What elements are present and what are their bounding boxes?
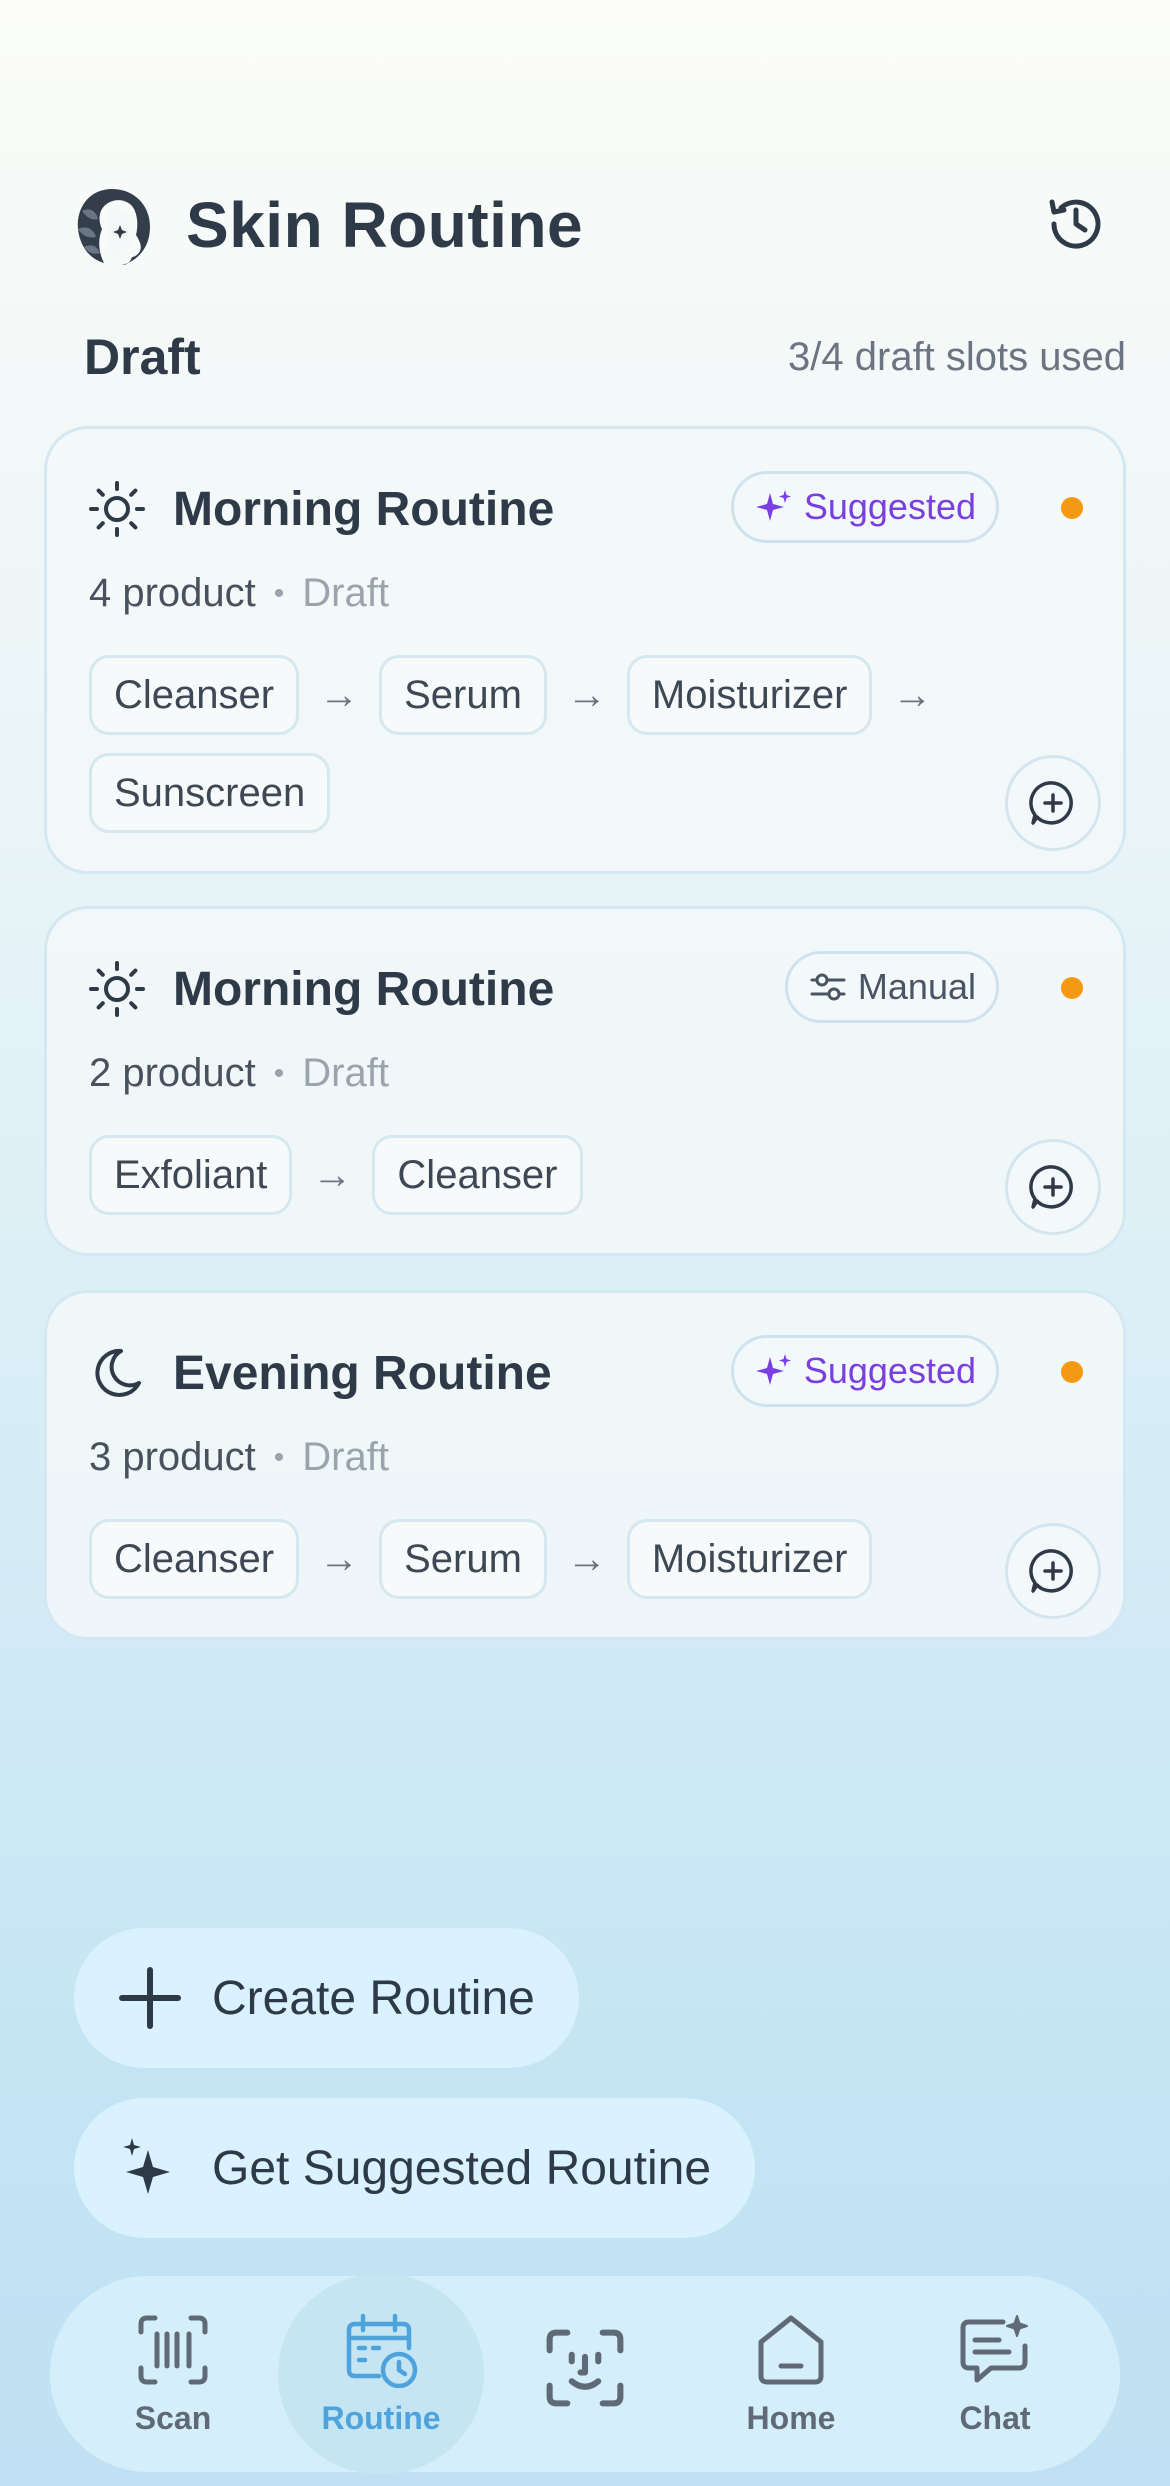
nav-item-scan[interactable]: Scan (98, 2276, 248, 2472)
routine-card[interactable]: Morning Routine Manual 2 product • Draft… (44, 906, 1126, 1256)
status-dot (1061, 1361, 1083, 1383)
sparkle-icon (755, 1354, 791, 1385)
chat-add-icon (1029, 1549, 1073, 1593)
routine-type-badge: Suggested (730, 1335, 999, 1407)
chat-add-icon (1029, 781, 1073, 825)
product-count: 2 product (89, 1051, 256, 1095)
routine-status: Draft (302, 1051, 389, 1095)
step-chip: Serum (379, 1519, 547, 1599)
step-arrow: → (566, 1536, 607, 1581)
step-chip: Moisturizer (626, 1519, 873, 1599)
routine-chat-button[interactable] (1005, 1139, 1101, 1235)
face-scan-icon (546, 2329, 624, 2407)
create-routine-button[interactable]: Create Routine (74, 1928, 579, 2068)
step-chip: Cleanser (89, 1519, 300, 1599)
step-chip: Cleanser (372, 1135, 583, 1215)
step-arrow: → (892, 672, 933, 717)
routine-title: Morning Routine (173, 962, 555, 1016)
routine-card[interactable]: Evening Routine Suggested 3 product • Dr… (44, 1290, 1126, 1640)
step-arrow: → (319, 672, 360, 717)
nav-label: Scan (134, 2399, 212, 2436)
draft-slots-counter: 3/4 draft slots used (788, 334, 1126, 379)
routine-title: Evening Routine (173, 1346, 552, 1400)
get-suggested-routine-button[interactable]: Get Suggested Routine (74, 2098, 756, 2238)
step-arrow: → (319, 1536, 360, 1581)
routine-card[interactable]: Morning Routine Suggested 4 product • Dr… (44, 426, 1126, 874)
routine-status: Draft (302, 1435, 389, 1479)
badge-label: Manual (857, 966, 976, 1007)
calendar-clock-icon (346, 2313, 418, 2388)
chat-sparkle-icon (960, 2314, 1028, 2382)
status-dot (1061, 497, 1083, 519)
step-chip: Serum (379, 655, 547, 735)
get-suggested-routine-label: Get Suggested Routine (212, 2141, 712, 2195)
routine-chat-button[interactable] (1005, 1523, 1101, 1619)
step-chip: Exfoliant (89, 1135, 293, 1215)
nav-label: Chat (959, 2399, 1031, 2436)
history-icon[interactable] (1044, 192, 1108, 256)
sliders-icon (810, 973, 846, 1001)
home-icon (758, 2315, 824, 2384)
routine-meta: 2 product • Draft (89, 1051, 389, 1096)
badge-label: Suggested (803, 1350, 976, 1391)
step-chip: Cleanser (89, 655, 300, 735)
meta-separator: • (273, 576, 285, 610)
nav-label: Routine (321, 2399, 441, 2436)
step-arrow: → (312, 1152, 353, 1197)
routine-title: Morning Routine (173, 482, 555, 536)
product-count: 4 product (89, 571, 256, 615)
routine-type-badge: Manual (784, 951, 999, 1023)
nav-item-routine[interactable]: Routine (278, 2274, 484, 2474)
draft-section-header: Draft 3/4 draft slots used (84, 322, 1126, 392)
routine-meta: 4 product • Draft (89, 571, 389, 616)
step-arrow: → (566, 672, 607, 717)
nav-label: Home (746, 2399, 836, 2436)
routine-status: Draft (302, 571, 389, 615)
app-header: Skin Routine (68, 180, 1108, 270)
routine-type-badge: Suggested (730, 471, 999, 543)
badge-label: Suggested (803, 486, 976, 527)
step-chip: Sunscreen (89, 753, 331, 833)
nav-item-face-scan[interactable] (510, 2276, 660, 2472)
moon-icon (95, 1348, 141, 1397)
sun-icon (89, 481, 145, 537)
step-chip: Moisturizer (626, 655, 873, 735)
nav-item-chat[interactable]: Chat (920, 2276, 1070, 2472)
barcode-icon (138, 2315, 208, 2384)
nav-item-home[interactable]: Home (716, 2276, 866, 2472)
status-dot (1061, 977, 1083, 999)
product-count: 3 product (89, 1435, 256, 1479)
meta-separator: • (273, 1056, 285, 1090)
sparkle-icon (755, 490, 791, 521)
routine-steps: Cleanser → Serum → Moisturizer (89, 1519, 1049, 1599)
sparkle-icon (123, 2138, 170, 2194)
chat-add-icon (1029, 1165, 1073, 1209)
routine-steps: Exfoliant → Cleanser (89, 1135, 1049, 1215)
meta-separator: • (273, 1440, 285, 1474)
create-routine-label: Create Routine (212, 1971, 535, 2025)
routine-meta: 3 product • Draft (89, 1435, 389, 1480)
face-logo-icon (77, 189, 150, 265)
sun-icon (89, 961, 145, 1017)
plus-icon (119, 1967, 181, 2029)
page-title: Skin Routine (186, 189, 584, 261)
routine-steps: Cleanser → Serum → Moisturizer → Sunscre… (89, 655, 1049, 833)
bottom-nav: Scan Routine Home Chat (50, 2274, 1120, 2474)
section-title: Draft (84, 329, 201, 385)
routine-chat-button[interactable] (1005, 755, 1101, 851)
